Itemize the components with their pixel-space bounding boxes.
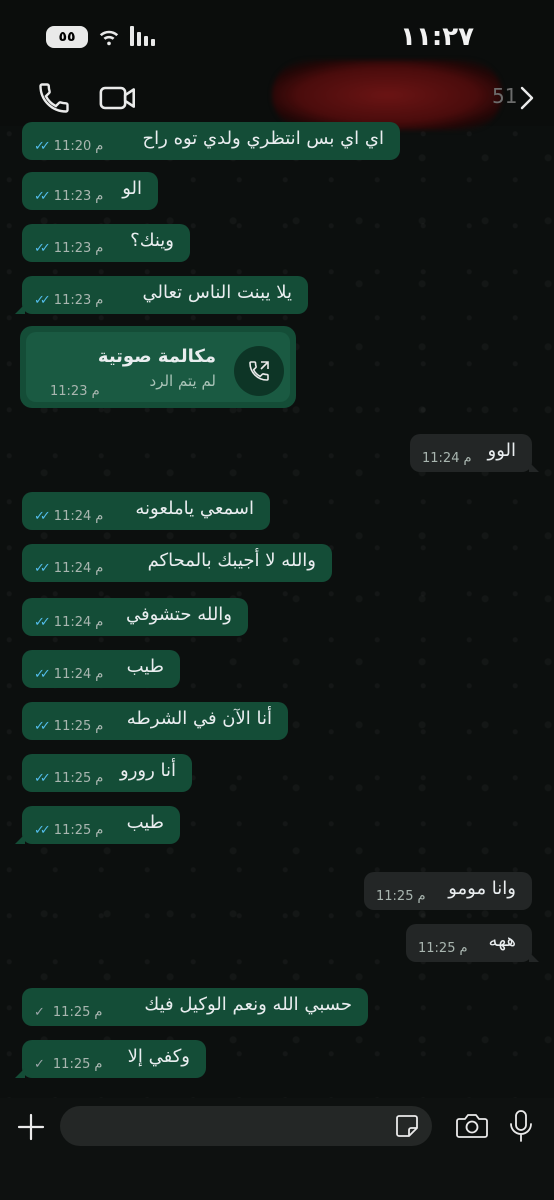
contact-name-redacted[interactable]: [272, 60, 502, 130]
read-ticks-icon: ✓✓: [34, 139, 51, 154]
call-title: مكالمة صوتية: [97, 346, 216, 367]
message-text: الو: [122, 178, 142, 199]
message-text: اسمعي ياملعونه: [135, 498, 254, 519]
read-ticks-icon: ✓✓: [34, 293, 51, 308]
message-bubble-out[interactable]: أنا الآن في الشرطه ✓✓ 11:25 م: [22, 702, 288, 740]
call-status: لم يتم الرد: [149, 372, 216, 390]
message-input[interactable]: [60, 1106, 432, 1146]
message-text: حسبي الله ونعم الوكيل فيك: [144, 994, 352, 1015]
sent-tick-icon: ✓: [34, 1005, 45, 1020]
message-bubble-out[interactable]: حسبي الله ونعم الوكيل فيك ✓ 11:25 م: [22, 988, 368, 1026]
message-text: الوو: [487, 440, 516, 461]
read-ticks-icon: ✓✓: [34, 823, 51, 838]
message-text: وانا مومو: [448, 878, 516, 899]
message-bubble-out[interactable]: اي اي بس انتظري ولدي توه راح ✓✓ 11:20 م: [22, 122, 400, 160]
message-bubble-out[interactable]: وكفي إلا ✓ 11:25 م: [15, 1040, 206, 1078]
read-ticks-icon: ✓✓: [34, 771, 51, 786]
video-call-icon[interactable]: [98, 80, 138, 116]
unread-count: 51: [492, 84, 518, 108]
sticker-icon[interactable]: [394, 1113, 420, 1139]
composer-bar: [0, 1098, 554, 1200]
message-text: والله لا أجيبك بالمحاكم: [147, 550, 316, 571]
message-text: والله حتشوفي: [125, 604, 232, 625]
microphone-icon[interactable]: [508, 1109, 534, 1143]
message-bubble-in[interactable]: الوو 11:24 م: [410, 434, 539, 472]
read-ticks-icon: ✓✓: [34, 561, 51, 576]
message-text: وكفي إلا: [127, 1046, 190, 1067]
message-bubble-out[interactable]: اسمعي ياملعونه ✓✓ 11:24 م: [22, 492, 270, 530]
chevron-right-icon[interactable]: [516, 80, 540, 116]
message-text: يلا يبنت الناس تعالي: [142, 282, 292, 303]
read-ticks-icon: ✓✓: [34, 667, 51, 682]
phone-icon[interactable]: [36, 80, 72, 116]
message-text: وينك؟: [130, 230, 174, 251]
sent-tick-icon: ✓: [34, 1057, 45, 1072]
signal-icon: [130, 26, 155, 46]
message-bubble-in[interactable]: وانا مومو 11:25 م: [364, 872, 532, 910]
read-ticks-icon: ✓✓: [34, 615, 51, 630]
read-ticks-icon: ✓✓: [34, 509, 51, 524]
voice-call-card[interactable]: مكالمة صوتية لم يتم الرد 11:23 م: [20, 326, 296, 408]
message-bubble-out[interactable]: أنا رورو ✓✓ 11:25 م: [22, 754, 192, 792]
read-ticks-icon: ✓✓: [34, 189, 51, 204]
message-text: طيب: [126, 812, 164, 833]
camera-icon[interactable]: [455, 1111, 489, 1141]
message-bubble-out[interactable]: والله حتشوفي ✓✓ 11:24 م: [22, 598, 248, 636]
plus-icon[interactable]: [16, 1112, 46, 1142]
wifi-icon: [99, 30, 119, 46]
call-time: 11:23 م: [50, 384, 100, 399]
chat-header: 51: [0, 60, 554, 130]
message-bubble-out[interactable]: والله لا أجيبك بالمحاكم ✓✓ 11:24 م: [22, 544, 332, 582]
read-ticks-icon: ✓✓: [34, 719, 51, 734]
message-bubble-out[interactable]: الو ✓✓ 11:23 م: [22, 172, 158, 210]
message-bubble-out[interactable]: يلا يبنت الناس تعالي ✓✓ 11:23 م: [15, 276, 308, 314]
status-time: ١١:٢٧: [400, 22, 474, 52]
message-bubble-in[interactable]: ههه 11:25 م: [406, 924, 539, 962]
message-bubble-out[interactable]: طيب ✓✓ 11:24 م: [22, 650, 180, 688]
message-text: طيب: [126, 656, 164, 677]
battery-indicator: ٥٥: [46, 26, 88, 48]
message-text: اي اي بس انتظري ولدي توه راح: [142, 128, 384, 149]
message-text: أنا رورو: [120, 760, 176, 781]
message-text: ههه: [488, 930, 516, 951]
read-ticks-icon: ✓✓: [34, 241, 51, 256]
message-bubble-out[interactable]: طيب ✓✓ 11:25 م: [15, 806, 180, 844]
missed-call-icon: [234, 346, 284, 396]
message-bubble-out[interactable]: وينك؟ ✓✓ 11:23 م: [22, 224, 190, 262]
message-text: أنا الآن في الشرطه: [126, 708, 272, 729]
